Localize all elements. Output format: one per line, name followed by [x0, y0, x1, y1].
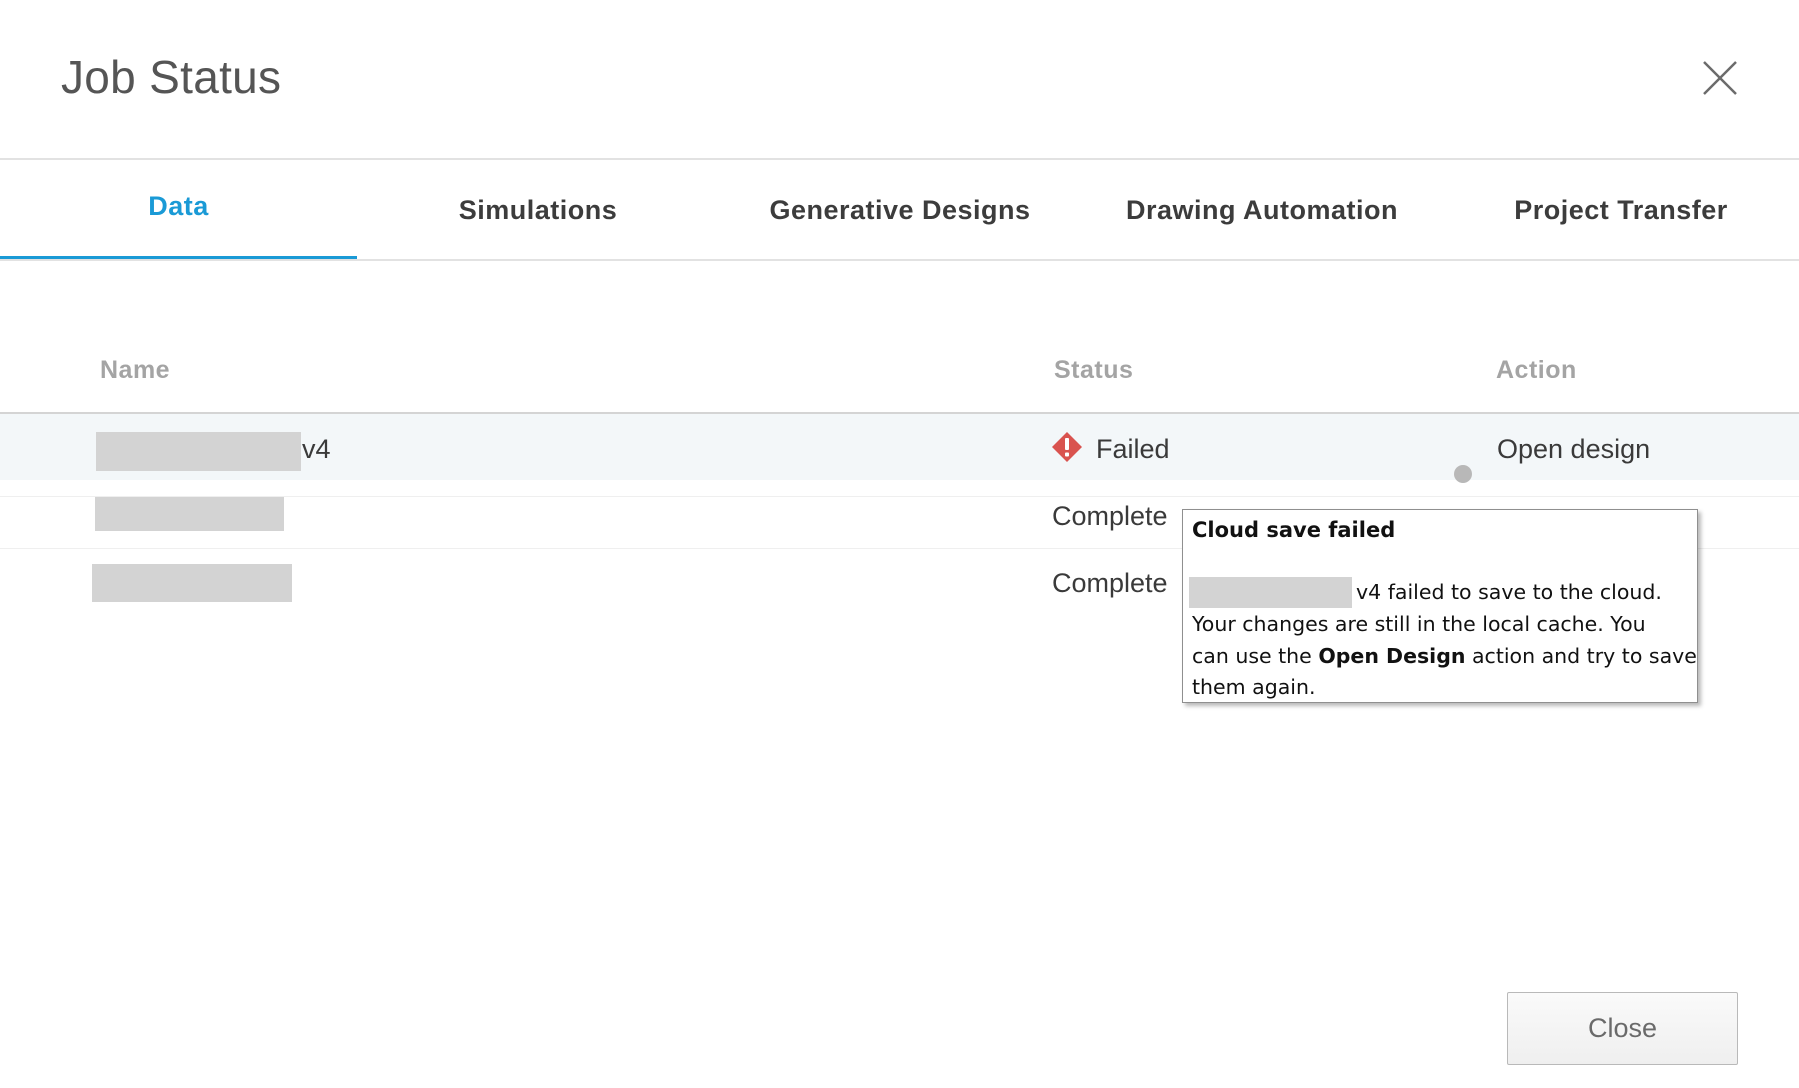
tabs-divider: [0, 259, 1799, 261]
column-header-status[interactable]: Status: [1054, 356, 1133, 385]
row-status: Complete: [1052, 568, 1168, 598]
close-button[interactable]: Close: [1507, 992, 1738, 1065]
row-status: Failed: [1096, 434, 1170, 464]
error-diamond-icon: [1051, 431, 1083, 463]
redacted-name: [1189, 577, 1352, 608]
close-icon[interactable]: [1700, 58, 1740, 98]
column-header-action[interactable]: Action: [1496, 356, 1577, 385]
job-status-dialog: Job Status Data Simulations Generative D…: [0, 0, 1799, 1088]
row-status: Complete: [1052, 501, 1168, 531]
tooltip-text: can use the: [1192, 644, 1319, 668]
tab-data[interactable]: Data: [0, 160, 357, 252]
tab-simulations[interactable]: Simulations: [400, 160, 676, 260]
tooltip-line: v4 failed to save to the cloud.: [1356, 580, 1662, 604]
table-row[interactable]: v4 Failed Open design: [0, 414, 1799, 480]
tab-project-transfer[interactable]: Project Transfer: [1480, 160, 1762, 260]
column-header-name[interactable]: Name: [100, 356, 170, 385]
row-name-suffix: v4: [302, 434, 331, 464]
tooltip-title: Cloud save failed: [1192, 518, 1396, 542]
open-design-link[interactable]: Open design: [1497, 434, 1650, 465]
mouse-cursor: [1454, 465, 1472, 483]
tooltip-bold-text: Open Design: [1318, 644, 1466, 668]
redacted-name: [92, 564, 292, 602]
tab-generative-designs[interactable]: Generative Designs: [745, 160, 1055, 260]
cloud-save-failed-tooltip: Cloud save failed v4 failed to save to t…: [1182, 509, 1698, 703]
redacted-name: [96, 432, 301, 471]
redacted-name: [95, 497, 284, 531]
tooltip-text: action and try to save: [1465, 644, 1697, 668]
tooltip-line: can use the Open Design action and try t…: [1192, 641, 1697, 671]
tooltip-line: Your changes are still in the local cach…: [1192, 612, 1646, 636]
tooltip-line: them again.: [1192, 675, 1316, 699]
tab-drawing-automation[interactable]: Drawing Automation: [1110, 160, 1414, 260]
tab-bar: Data Simulations Generative Designs Draw…: [0, 160, 1799, 260]
dialog-title: Job Status: [61, 51, 282, 103]
